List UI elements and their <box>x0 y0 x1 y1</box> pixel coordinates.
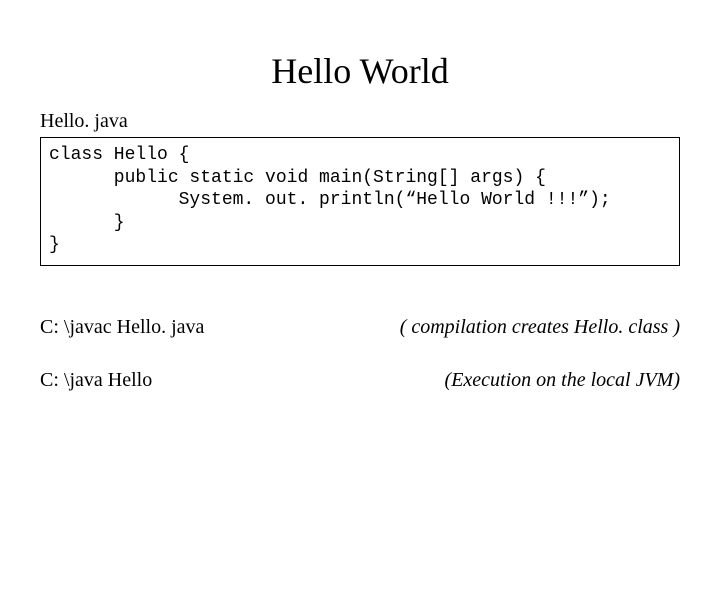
command-text: C: \javac Hello. java <box>40 316 204 339</box>
command-row: C: \javac Hello. java ( compilation crea… <box>40 316 680 339</box>
page-title: Hello World <box>0 50 720 92</box>
commands-section: C: \javac Hello. java ( compilation crea… <box>40 316 680 392</box>
filename-label: Hello. java <box>40 110 720 133</box>
code-block: class Hello { public static void main(St… <box>40 137 680 266</box>
command-note: (Execution on the local JVM) <box>445 369 680 392</box>
command-row: C: \java Hello (Execution on the local J… <box>40 369 680 392</box>
command-note: ( compilation creates Hello. class ) <box>400 316 680 339</box>
command-text: C: \java Hello <box>40 369 152 392</box>
